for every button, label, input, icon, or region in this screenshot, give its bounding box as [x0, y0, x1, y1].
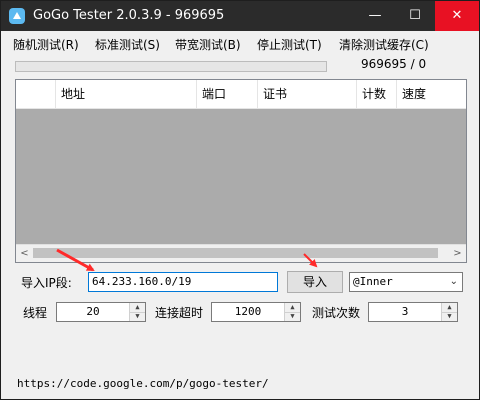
annotation-arrow-input [56, 248, 95, 272]
annotation-arrows [56, 248, 318, 272]
annotation-arrow-import [303, 253, 318, 268]
main-window: GoGo Tester 2.0.3.9 - 969695 — ☐ ✕ 随机测试(… [0, 0, 480, 400]
